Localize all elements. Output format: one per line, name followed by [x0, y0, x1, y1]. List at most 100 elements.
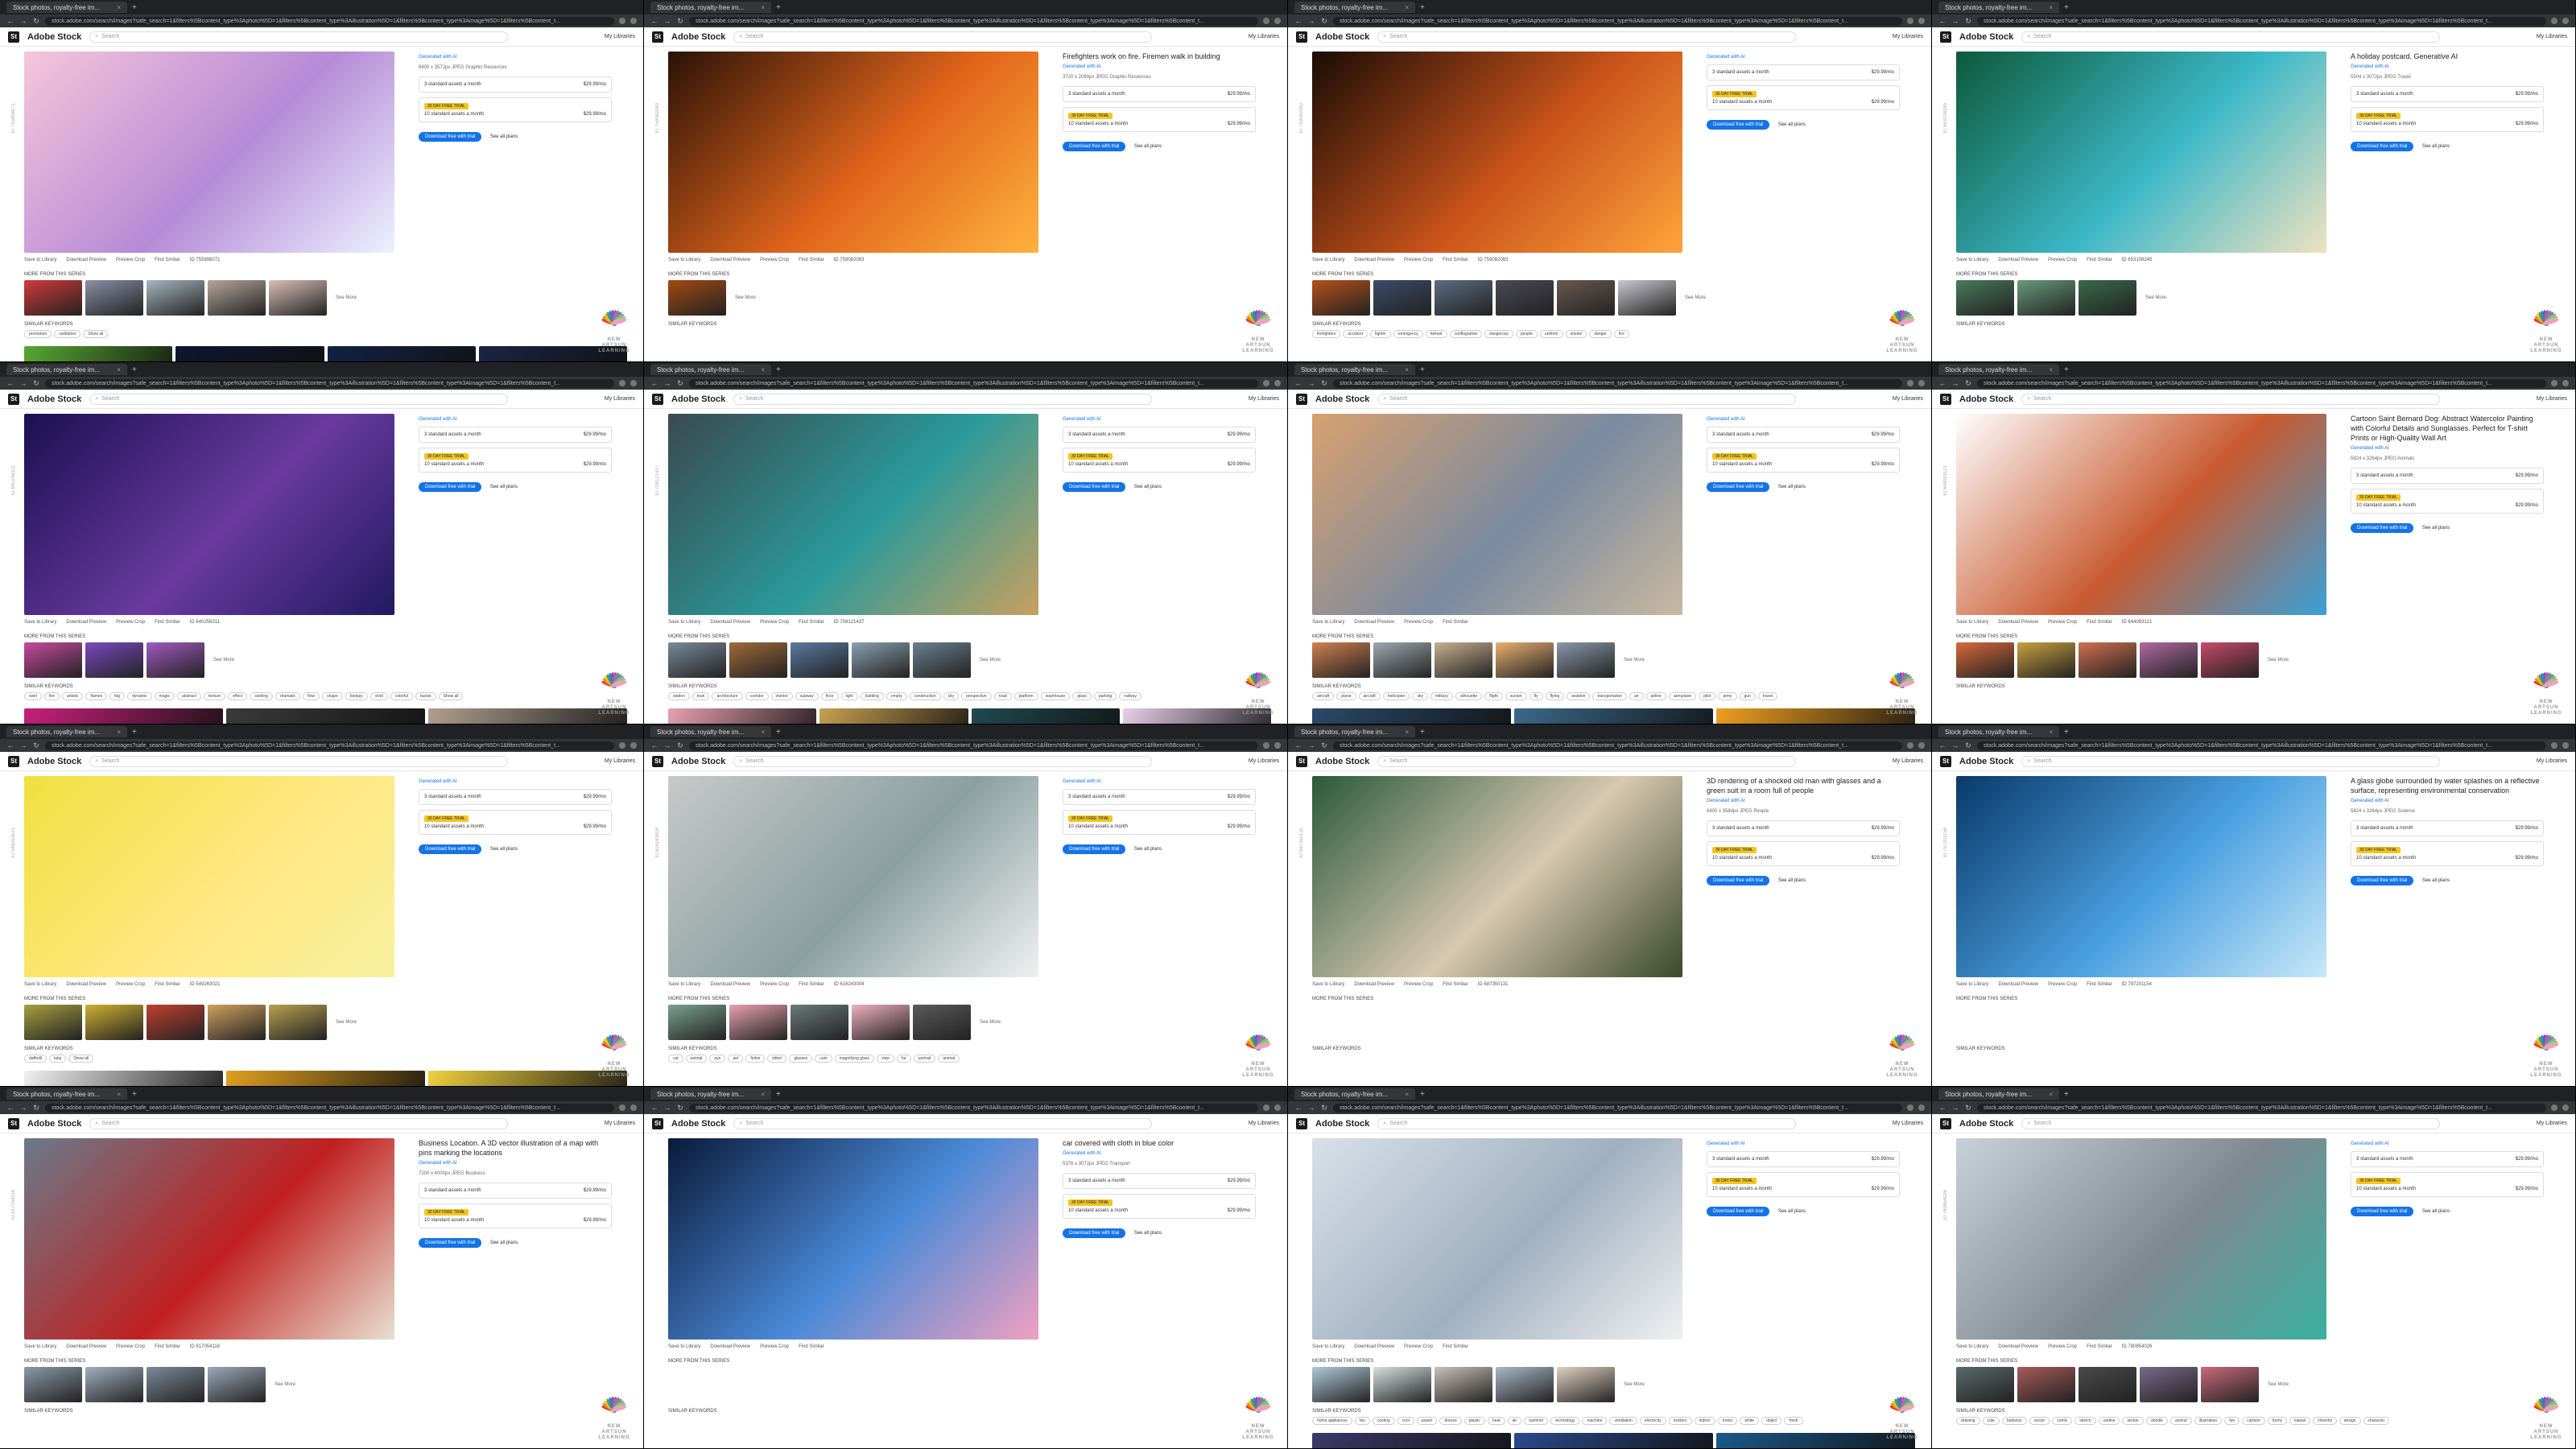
back-arrow-icon[interactable]: ←	[650, 17, 658, 25]
browser-tab[interactable]: Stock photos, royalty-free im... ×	[6, 2, 127, 13]
forward-arrow-icon[interactable]: →	[1951, 741, 1959, 749]
trial-plan-option[interactable]: 30 DAY FREE TRIAL 10 standard assets a m…	[1063, 107, 1256, 132]
profile-icon[interactable]	[1274, 1104, 1281, 1111]
series-thumbnail[interactable]	[729, 642, 787, 678]
related-image[interactable]	[24, 708, 223, 724]
find-similar-button[interactable]: Find Similar	[155, 1344, 180, 1349]
url-input[interactable]: stock.adobe.com/search/images?safe_searc…	[1333, 741, 1902, 750]
close-tab-icon[interactable]: ×	[761, 1091, 765, 1098]
brand-name[interactable]: Adobe Stock	[671, 394, 725, 404]
series-thumbnail[interactable]	[208, 1367, 266, 1402]
profile-icon[interactable]	[630, 380, 637, 386]
search-input[interactable]: ⌕ Search	[733, 1117, 1153, 1129]
find-similar-button[interactable]: Find Similar	[2087, 620, 2112, 625]
profile-icon[interactable]	[1274, 18, 1281, 24]
close-tab-icon[interactable]: ×	[761, 366, 765, 374]
extension-icon[interactable]	[2551, 742, 2557, 749]
download-preview-button[interactable]: Download Preview	[1998, 982, 2038, 987]
series-thumbnail[interactable]	[1557, 280, 1615, 316]
brand-name[interactable]: Adobe Stock	[27, 1119, 81, 1129]
download-preview-button[interactable]: Download Preview	[66, 982, 106, 987]
standard-plan-option[interactable]: 3 standard assets a month $29.99/mo	[1707, 820, 1900, 836]
close-tab-icon[interactable]: ×	[2049, 4, 2053, 11]
preview-crop-button[interactable]: Preview Crop	[760, 258, 789, 262]
keyword-chip[interactable]: sketch	[2074, 1417, 2096, 1425]
save-library-button[interactable]: Save to Library	[24, 1344, 56, 1349]
standard-plan-option[interactable]: 3 standard assets a month $29.99/mo	[1707, 1151, 1900, 1167]
extension-icon[interactable]	[1907, 18, 1913, 24]
adobe-stock-logo-icon[interactable]: St	[8, 393, 19, 405]
keyword-chip[interactable]: danger	[1589, 330, 1612, 338]
keyword-chip[interactable]: road	[993, 692, 1012, 700]
brand-name[interactable]: Adobe Stock	[671, 757, 725, 766]
keyword-chip[interactable]: smoke	[1565, 330, 1587, 338]
keyword-chip[interactable]: fan	[1354, 1417, 1370, 1425]
close-tab-icon[interactable]: ×	[1405, 729, 1409, 736]
forward-arrow-icon[interactable]: →	[1307, 17, 1315, 25]
trial-plan-option[interactable]: 30 DAY FREE TRIAL 10 standard assets a m…	[2351, 489, 2544, 514]
url-input[interactable]: stock.adobe.com/search/images?safe_searc…	[45, 378, 614, 388]
preview-crop-button[interactable]: Preview Crop	[116, 1344, 145, 1349]
my-libraries-button[interactable]: My Libraries	[1893, 396, 1923, 402]
url-input[interactable]: stock.adobe.com/search/images?safe_searc…	[689, 1103, 1258, 1113]
keyword-chip[interactable]: plane	[1336, 692, 1356, 700]
see-all-plans-link[interactable]: See all plans	[1134, 485, 1162, 489]
new-tab-icon[interactable]: +	[132, 728, 137, 737]
series-thumbnail[interactable]	[2017, 280, 2075, 316]
related-image[interactable]	[668, 708, 817, 724]
see-all-plans-link[interactable]: See all plans	[490, 847, 518, 852]
my-libraries-button[interactable]: My Libraries	[605, 396, 635, 402]
trial-plan-option[interactable]: 30 DAY FREE TRIAL 10 standard assets a m…	[2351, 107, 2544, 132]
back-arrow-icon[interactable]: ←	[1938, 1104, 1946, 1112]
series-thumbnail[interactable]	[24, 1367, 82, 1402]
related-image[interactable]	[971, 708, 1120, 724]
keyword-chip[interactable]: accident	[1343, 330, 1368, 338]
profile-icon[interactable]	[1918, 380, 1925, 386]
see-all-plans-link[interactable]: See all plans	[1134, 144, 1162, 149]
keyword-chip[interactable]: animal	[2169, 1417, 2192, 1425]
url-input[interactable]: stock.adobe.com/search/images?safe_searc…	[45, 1103, 614, 1113]
standard-plan-option[interactable]: 3 standard assets a month $29.99/mo	[2351, 86, 2544, 102]
browser-tab[interactable]: Stock photos, royalty-free im... ×	[1938, 1088, 2059, 1100]
standard-plan-option[interactable]: 3 standard assets a month $29.99/mo	[419, 789, 612, 805]
see-all-plans-link[interactable]: See all plans	[490, 485, 518, 489]
trial-plan-option[interactable]: 30 DAY FREE TRIAL 10 standard assets a m…	[1707, 1172, 1900, 1197]
keyword-chip[interactable]: swirl	[24, 692, 42, 700]
keyword-chip[interactable]: design	[2339, 1417, 2361, 1425]
preview-crop-button[interactable]: Preview Crop	[2048, 1344, 2077, 1349]
see-more-button[interactable]: See More	[1679, 280, 1711, 316]
save-library-button[interactable]: Save to Library	[24, 620, 56, 625]
related-image[interactable]	[1312, 1433, 1511, 1448]
new-tab-icon[interactable]: +	[776, 728, 781, 737]
url-input[interactable]: stock.adobe.com/search/images?safe_searc…	[1977, 378, 2546, 388]
brand-name[interactable]: Adobe Stock	[1315, 757, 1369, 766]
search-input[interactable]: ⌕ Search	[2021, 755, 2441, 767]
download-preview-button[interactable]: Download Preview	[1998, 620, 2038, 625]
download-trial-button[interactable]: Download free with trial	[419, 482, 482, 492]
hero-image[interactable]	[1312, 1138, 1682, 1340]
profile-icon[interactable]	[2562, 18, 2569, 24]
series-thumbnail[interactable]	[147, 280, 204, 316]
adobe-stock-logo-icon[interactable]: St	[8, 755, 19, 767]
keyword-chip[interactable]: firefighters	[1312, 330, 1341, 338]
adobe-stock-logo-icon[interactable]: St	[1940, 393, 1951, 405]
series-thumbnail[interactable]	[1373, 642, 1431, 678]
keyword-chip[interactable]: silhouette	[1455, 692, 1483, 700]
related-image[interactable]	[1514, 1433, 1713, 1448]
related-image[interactable]	[1514, 708, 1713, 724]
series-thumbnail[interactable]	[2017, 642, 2075, 678]
adobe-stock-logo-icon[interactable]: St	[652, 31, 663, 43]
reload-icon[interactable]: ↻	[1964, 17, 1972, 26]
see-more-button[interactable]: See More	[330, 280, 362, 316]
my-libraries-button[interactable]: My Libraries	[605, 758, 635, 764]
download-preview-button[interactable]: Download Preview	[1354, 620, 1394, 625]
forward-arrow-icon[interactable]: →	[1307, 1104, 1315, 1112]
download-trial-button[interactable]: Download free with trial	[419, 1238, 482, 1248]
extension-icon[interactable]	[619, 1104, 625, 1111]
keyword-chip[interactable]: aviation	[1567, 692, 1591, 700]
keyword-chip[interactable]: object	[1761, 1417, 1782, 1425]
search-input[interactable]: ⌕ Search	[733, 31, 1153, 43]
save-library-button[interactable]: Save to Library	[1312, 982, 1344, 987]
reload-icon[interactable]: ↻	[32, 741, 40, 750]
save-library-button[interactable]: Save to Library	[24, 982, 56, 987]
